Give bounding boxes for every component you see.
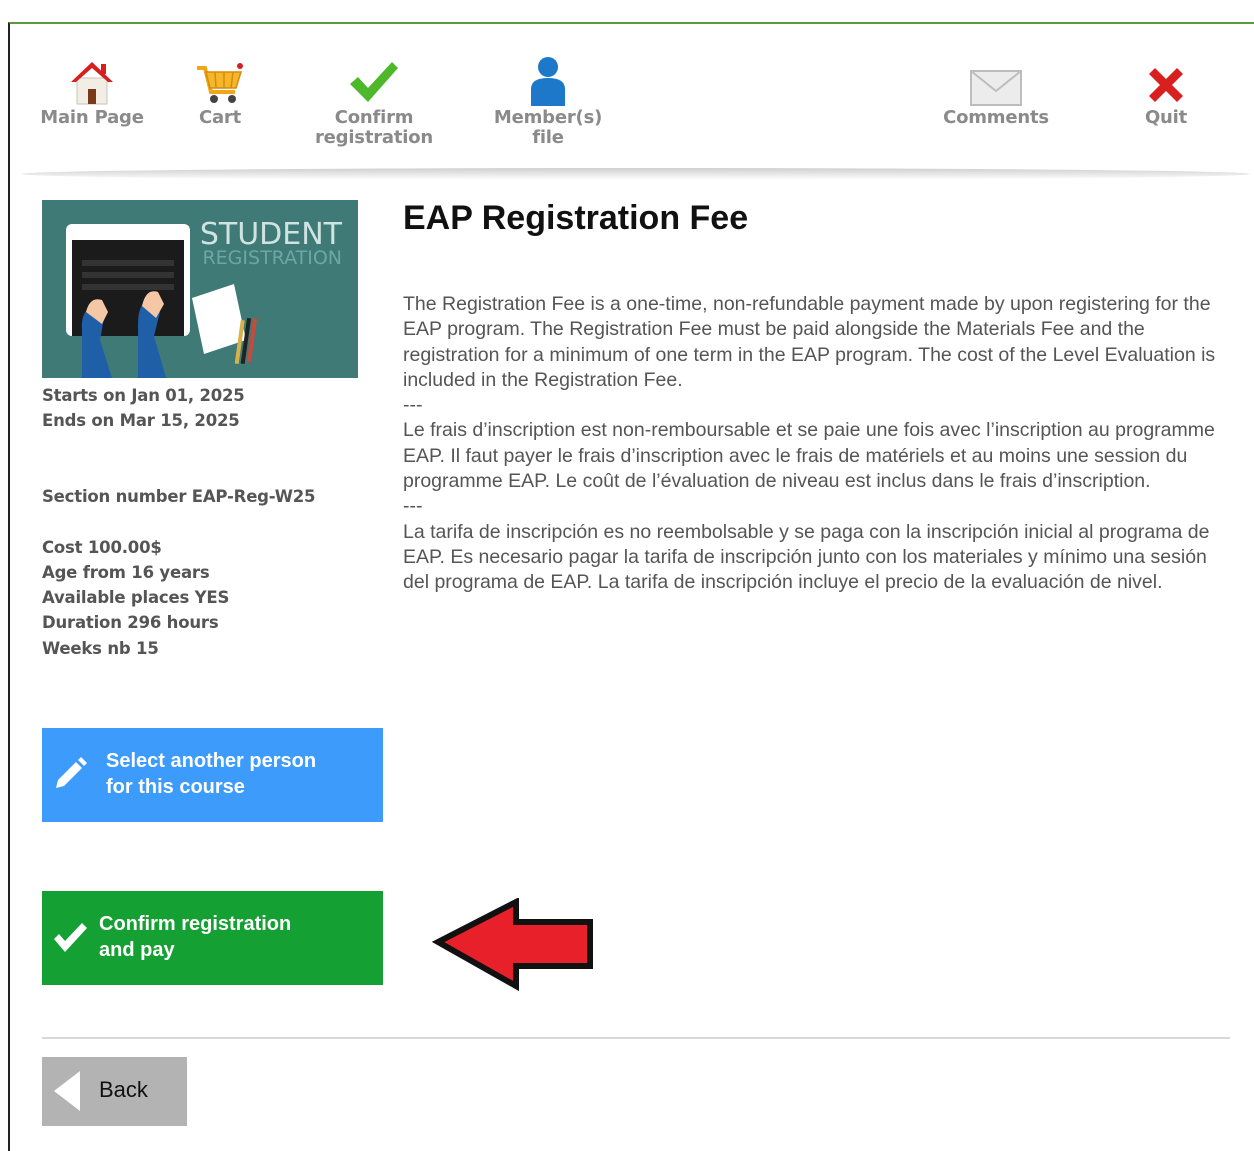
course-banner-image: STUDENT REGISTRATION — [42, 200, 358, 378]
description-spanish: La tarifa de inscripción es no reembolsa… — [403, 520, 1210, 594]
cart-label: Cart — [198, 107, 242, 128]
main-page-button[interactable]: Main Page — [40, 50, 144, 128]
description-separator: --- — [403, 495, 423, 518]
toolbar-shadow — [22, 168, 1250, 180]
select-another-person-label: Select another person for this course — [106, 750, 317, 798]
available-places: Available places YES — [42, 588, 230, 607]
weeks-count: Weeks nb 15 — [42, 639, 159, 658]
description-french: Le frais d’inscription est non-remboursa… — [403, 419, 1215, 493]
confirm-registration-button[interactable]: Confirm registration — [312, 50, 436, 148]
cart-icon — [190, 50, 250, 106]
course-duration: Duration 296 hours — [42, 613, 219, 632]
envelope-icon — [938, 50, 1054, 106]
comments-label: Comments — [943, 107, 1049, 128]
confirm-registration-label: Confirm registration — [314, 107, 434, 148]
members-file-button[interactable]: Member(s) file — [488, 50, 608, 148]
confirm-and-pay-button[interactable]: Confirm registration and pay — [42, 891, 383, 985]
comments-button[interactable]: Comments — [938, 50, 1054, 128]
description-separator: --- — [403, 394, 423, 417]
home-icon — [40, 50, 144, 106]
back-button[interactable]: Back — [42, 1057, 187, 1126]
cart-button[interactable]: Cart — [190, 50, 250, 128]
back-arrow-icon — [54, 1071, 80, 1111]
person-icon — [488, 50, 608, 106]
age-requirement: Age from 16 years — [42, 563, 210, 582]
course-start-date: Starts on Jan 01, 2025 — [42, 386, 245, 405]
course-cost: Cost 100.00$ — [42, 538, 162, 557]
quit-button[interactable]: Quit — [1136, 50, 1196, 128]
banner-line2: REGISTRATION — [202, 247, 342, 269]
course-end-date: Ends on Mar 15, 2025 — [42, 411, 240, 430]
close-icon — [1136, 50, 1196, 106]
course-description: The Registration Fee is a one-time, non-… — [403, 292, 1233, 596]
members-file-label: Member(s) file — [493, 107, 603, 148]
pencil-icon — [52, 756, 88, 799]
confirm-and-pay-label: Confirm registration and pay — [99, 913, 292, 961]
back-label: Back — [99, 1077, 148, 1102]
red-arrow-annotation — [432, 898, 593, 992]
description-english: The Registration Fee is a one-time, non-… — [403, 293, 1216, 391]
divider — [42, 1037, 1230, 1039]
page-title: EAP Registration Fee — [403, 199, 749, 237]
top-toolbar: Main Page Cart Confirm registration Memb… — [22, 40, 1250, 170]
checkmark-icon — [312, 50, 436, 106]
quit-label: Quit — [1144, 107, 1188, 128]
section-number: Section number EAP-Reg-W25 — [42, 487, 316, 506]
checkmark-icon — [52, 921, 88, 962]
select-another-person-button[interactable]: Select another person for this course — [42, 728, 383, 822]
main-page-label: Main Page — [40, 107, 144, 128]
